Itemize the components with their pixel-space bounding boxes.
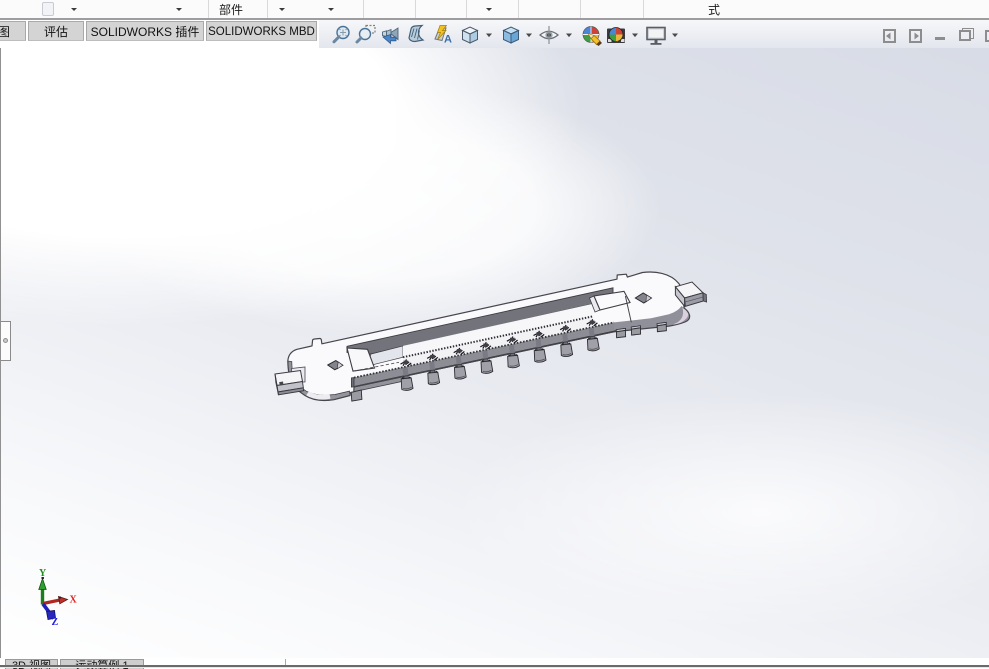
svg-text:Z: Z [52, 617, 59, 628]
svg-text:Y: Y [39, 568, 47, 579]
svg-text:A: A [444, 34, 452, 46]
svg-text:X: X [70, 595, 78, 606]
